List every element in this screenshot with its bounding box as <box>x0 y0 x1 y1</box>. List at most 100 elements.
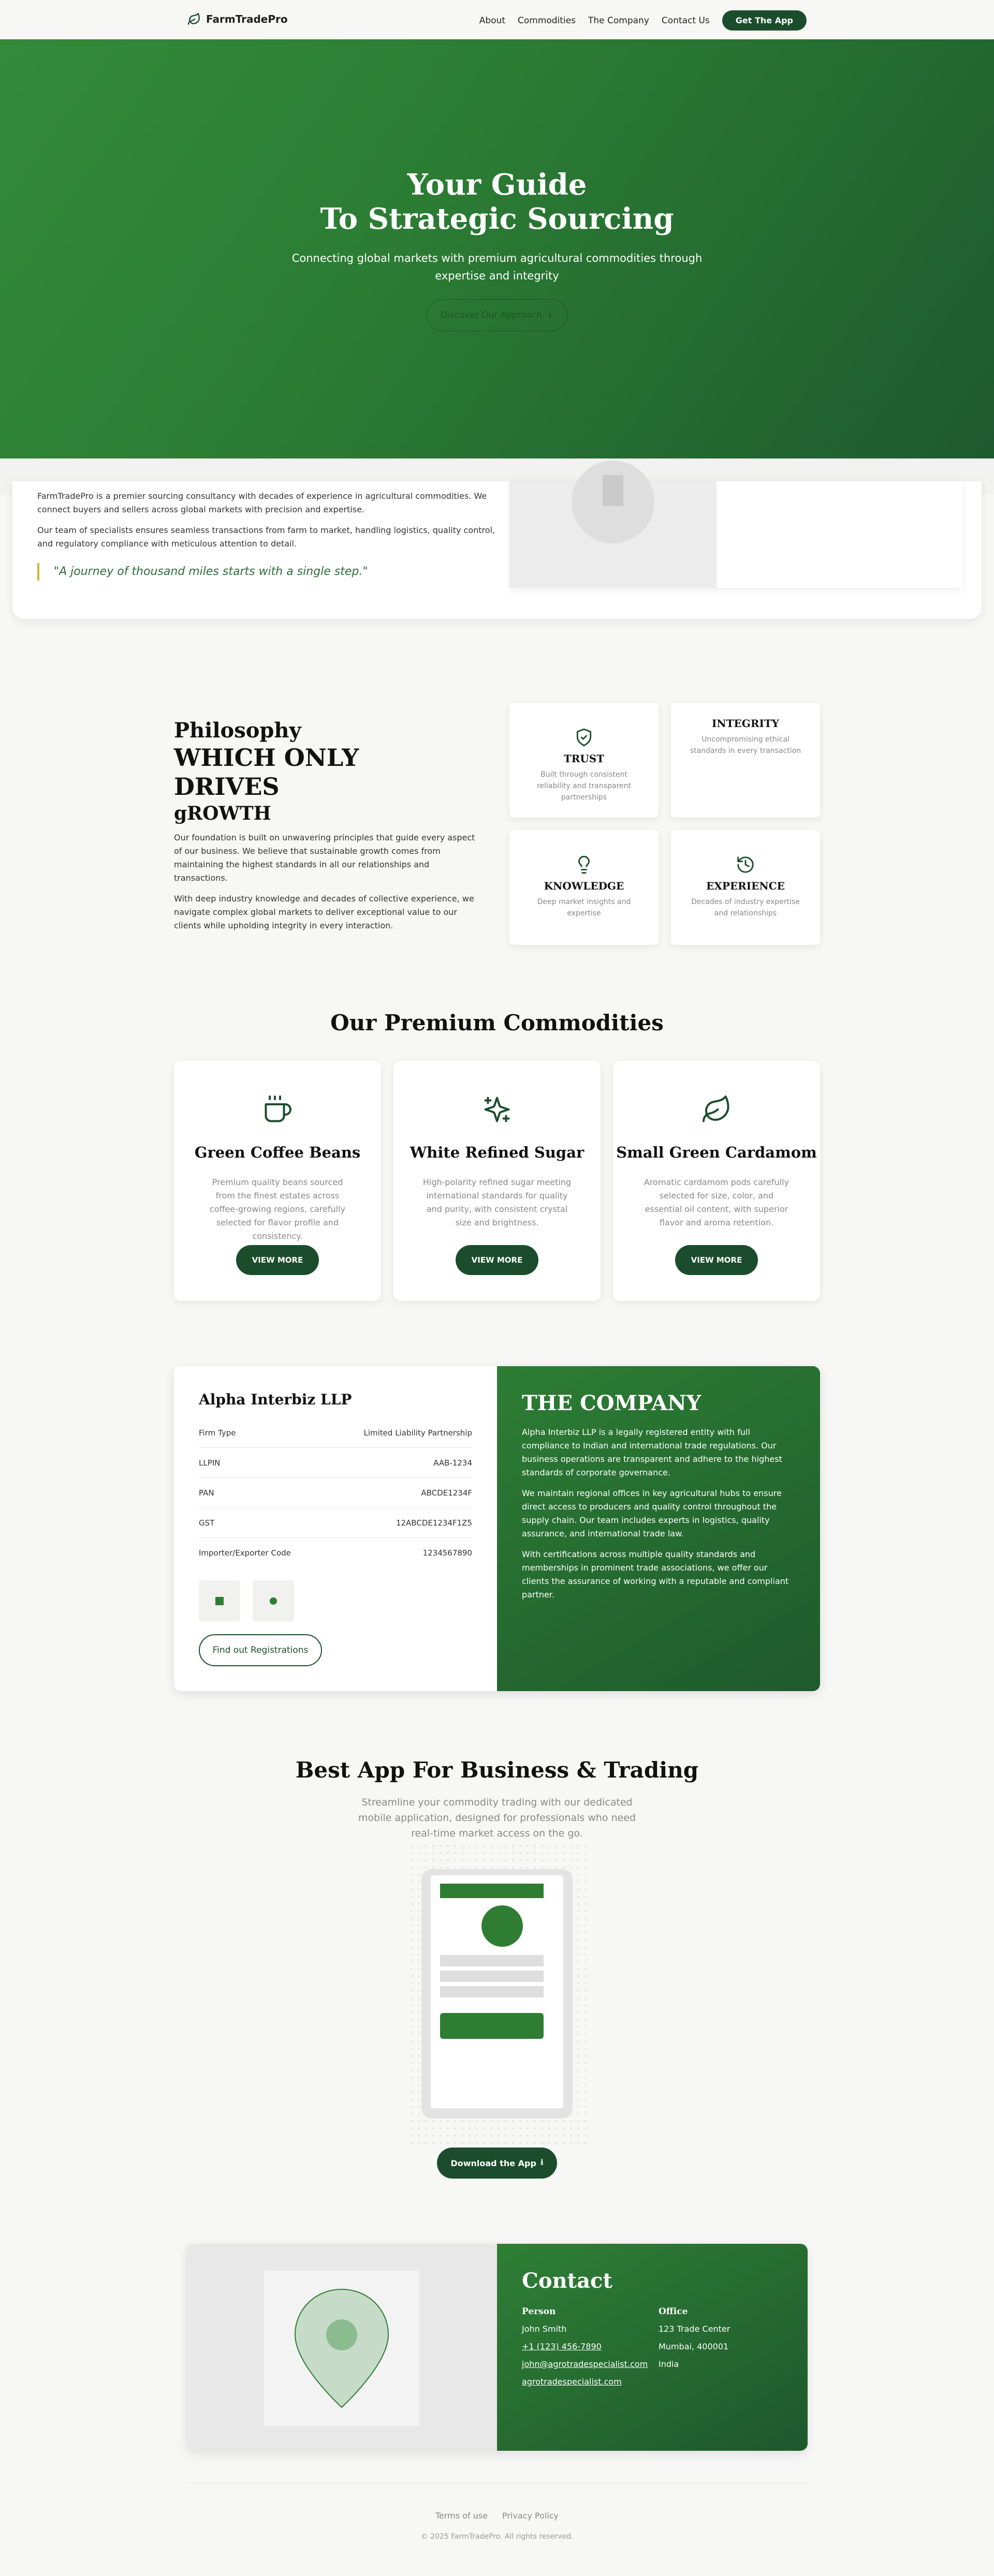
registration-row: GST 12ABCDE1234F1Z5 <box>199 1508 472 1538</box>
commodities-title: Our Premium Commodities <box>330 1010 664 1035</box>
about-paragraph: FarmTradePro is a premier sourcing consu… <box>37 491 487 514</box>
mock-line <box>440 1986 544 1997</box>
philosophy-title-3: DRIVES <box>174 773 280 801</box>
value-title: TRUST <box>563 752 605 765</box>
commodity-desc: High-polarity refined sugar meeting inte… <box>422 1177 572 1227</box>
lightbulb-icon <box>578 855 590 874</box>
registration-value: 1234567890 <box>422 1548 472 1558</box>
sparkles-icon <box>484 1097 510 1122</box>
brand-logo[interactable]: FarmTradePro <box>187 12 288 26</box>
registration-value: 12ABCDE1234F1Z5 <box>396 1518 472 1528</box>
mock-avatar <box>481 1905 523 1947</box>
nav-link-contact-us[interactable]: Contact Us <box>662 16 710 26</box>
value-desc: Uncompromising ethical standards in ever… <box>690 735 801 755</box>
value-card-integrity: INTEGRITY Uncompromising ethical standar… <box>671 703 820 818</box>
commodity-card-sugar: White Refined Sugar High-polarity refine… <box>393 1061 601 1301</box>
company-section: Alpha Interbiz LLP Firm Type Limited Lia… <box>174 1366 820 1691</box>
commodity-desc: Premium quality beans sourced from the f… <box>209 1177 346 1241</box>
contact-name: John Smith <box>522 2324 567 2334</box>
terms-link[interactable]: Terms of use <box>435 2511 488 2521</box>
top-navbar: FarmTradePro About Commodities The Compa… <box>0 0 994 39</box>
nav-link-commodities[interactable]: Commodities <box>518 16 576 26</box>
download-app-button[interactable]: Download the App ⭳ <box>437 2148 557 2179</box>
contact-website-link[interactable]: agrotradespecialist.com <box>522 2373 648 2391</box>
commodity-title: White Refined Sugar <box>410 1144 584 1161</box>
about-quote: "A journey of thousand miles starts with… <box>37 563 368 581</box>
registration-value: AAB-1234 <box>433 1458 472 1468</box>
view-more-button[interactable]: VIEW MORE <box>675 1245 758 1275</box>
mock-header <box>440 1884 544 1898</box>
nav-link-about[interactable]: About <box>479 16 505 26</box>
contact-email-link[interactable]: john@agrotradespecialist.com <box>522 2356 648 2373</box>
contact-heading: Contact <box>522 2269 612 2293</box>
company-paragraph: Alpha Interbiz LLP is a legally register… <box>522 1427 782 1477</box>
hero-title: Your Guide To Strategic Sourcing <box>0 168 994 236</box>
contact-map <box>186 2244 497 2451</box>
hero-section: Your Guide To Strategic Sourcing Connect… <box>0 39 994 458</box>
privacy-link[interactable]: Privacy Policy <box>502 2511 559 2521</box>
commodity-title: Green Coffee Beans <box>194 1144 361 1161</box>
contact-office-label: Office <box>659 2306 688 2317</box>
contact-phone-link[interactable]: +1 (123) 456-7890 <box>522 2338 648 2356</box>
philosophy-title-1: Philosophy <box>174 718 301 743</box>
registration-label: Importer/Exporter Code <box>199 1548 291 1558</box>
value-desc: Built through consistent reliability and… <box>537 771 631 802</box>
value-title: INTEGRITY <box>712 717 779 730</box>
image-area <box>509 461 717 588</box>
value-card-trust: TRUST Built through consistent reliabili… <box>509 703 659 818</box>
office-address-line: 123 Trade Center <box>659 2324 730 2334</box>
value-desc: Decades of industry expertise and relati… <box>691 898 800 917</box>
phone-screen <box>431 1875 563 2108</box>
view-more-button[interactable]: VIEW MORE <box>236 1245 319 1275</box>
registration-value: ABCDE1234F <box>421 1488 472 1498</box>
nav-links: About Commodities The Company Contact Us… <box>479 10 807 31</box>
discover-approach-button[interactable]: Discover Our Approach ↓ <box>427 299 567 331</box>
certificate-square-icon <box>215 1597 224 1605</box>
contact-details: Contact Person John Smith +1 (123) 456-7… <box>497 2244 808 2451</box>
coffee-cup-icon <box>265 1095 291 1122</box>
hero-subtitle: Connecting global markets with premium a… <box>291 252 703 282</box>
company-paragraph: We maintain regional offices in key agri… <box>522 1488 782 1538</box>
philosophy-title: Philosophy WHICH ONLY DRIVES gROWTH <box>174 718 359 826</box>
contact-person-label: Person <box>522 2306 556 2317</box>
mock-line <box>440 1971 544 1982</box>
arrow-down-icon: ↓ <box>546 310 554 320</box>
download-icon: ⭳ <box>540 2156 544 2167</box>
app-subtitle: Streamline your commodity trading with o… <box>358 1797 636 1839</box>
mock-line <box>440 1955 544 1966</box>
get-the-app-button[interactable]: Get The App <box>722 10 807 31</box>
brand-name: FarmTradePro <box>206 13 288 25</box>
value-card-experience: EXPERIENCE Decades of industry expertise… <box>671 830 820 945</box>
about-text: FarmTradePro is a premier sourcing consu… <box>37 490 503 558</box>
map-pin-icon <box>294 2288 389 2408</box>
commodity-card-coffee: Green Coffee Beans Premium quality beans… <box>174 1061 381 1301</box>
registration-row: Firm Type Limited Liability Partnership <box>199 1418 472 1448</box>
registration-row: PAN ABCDE1234F <box>199 1478 472 1508</box>
contact-person: Person John Smith +1 (123) 456-7890 john… <box>522 2303 648 2391</box>
commodity-desc: Aromatic cardamom pods carefully selecte… <box>644 1177 790 1227</box>
certificate-dot-icon <box>270 1597 277 1605</box>
shield-check-icon <box>576 728 592 747</box>
value-card-knowledge: KNOWLEDGE Deep market insights and exper… <box>509 830 659 945</box>
view-more-button[interactable]: VIEW MORE <box>456 1245 538 1275</box>
company-name: Alpha Interbiz LLP <box>199 1391 352 1408</box>
value-desc: Deep market insights and expertise <box>537 898 631 917</box>
nav-link-the-company[interactable]: The Company <box>588 16 649 26</box>
registration-label: PAN <box>199 1488 214 1498</box>
mock-button <box>440 2013 544 2039</box>
registration-row: LLPIN AAB-1234 <box>199 1448 472 1478</box>
value-title: KNOWLEDGE <box>544 880 624 892</box>
phone-mockup <box>421 1869 573 2119</box>
contact-section: Contact Person John Smith +1 (123) 456-7… <box>186 2244 808 2451</box>
philosophy-title-4: gROWTH <box>174 803 271 824</box>
company-registration-panel: Alpha Interbiz LLP Firm Type Limited Lia… <box>174 1366 497 1691</box>
about-paragraph: Our team of specialists ensures seamless… <box>37 525 495 549</box>
certificate-badge <box>199 1580 240 1622</box>
footer-copyright: © 2025 FarmTradePro. All rights reserved… <box>420 2533 574 2541</box>
company-info-panel: THE COMPANY Alpha Interbiz LLP is a lega… <box>497 1366 820 1691</box>
leaf-icon <box>187 12 200 25</box>
find-registrations-button[interactable]: Find out Registrations <box>199 1634 322 1666</box>
philosophy-paragraph: With deep industry knowledge and decades… <box>174 894 474 930</box>
office-address-line: India <box>659 2359 679 2369</box>
about-card: FarmTradePro is a premier sourcing consu… <box>12 461 982 619</box>
